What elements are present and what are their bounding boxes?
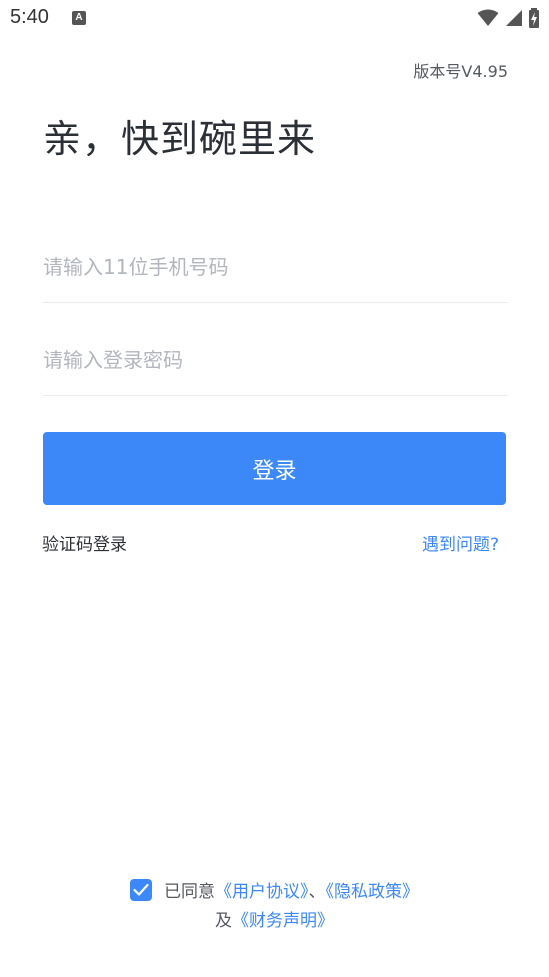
cell-signal-icon <box>506 10 522 26</box>
status-time: 5:40 <box>10 6 49 28</box>
phone-input[interactable] <box>43 232 508 302</box>
checkmark-icon <box>133 883 149 896</box>
password-field <box>43 325 508 396</box>
login-button[interactable]: 登录 <box>43 432 506 505</box>
phone-field <box>43 232 508 303</box>
password-input[interactable] <box>43 325 508 395</box>
version-label: 版本号V4.95 <box>413 62 508 81</box>
agreement-and: 及 <box>215 911 232 931</box>
battery-charging-icon <box>529 8 539 28</box>
agreement-checkbox[interactable] <box>130 879 152 901</box>
notification-a-icon: A <box>72 11 86 25</box>
agreement-prefix: 已同意 <box>164 882 215 902</box>
page-title: 亲，快到碗里来 <box>43 117 317 161</box>
wifi-icon <box>477 9 499 26</box>
agreement-separator: 、 <box>308 882 326 902</box>
sms-code-login-link[interactable]: 验证码登录 <box>42 530 127 555</box>
user-agreement-link[interactable]: 《用户协议》 <box>215 882 309 902</box>
status-bar: 5:40 A <box>0 0 549 36</box>
privacy-policy-link[interactable]: 《隐私政策》 <box>326 882 420 902</box>
status-icons <box>477 8 539 28</box>
agreement-line-2: 及《财务声明》 <box>0 907 549 936</box>
agreement: 已同意《用户协议》、《隐私政策》 及《财务声明》 <box>0 878 549 936</box>
financial-statement-link[interactable]: 《财务声明》 <box>232 911 334 931</box>
problem-help-link[interactable]: 遇到问题? <box>422 530 499 555</box>
agreement-line-1: 已同意《用户协议》、《隐私政策》 <box>0 878 549 907</box>
